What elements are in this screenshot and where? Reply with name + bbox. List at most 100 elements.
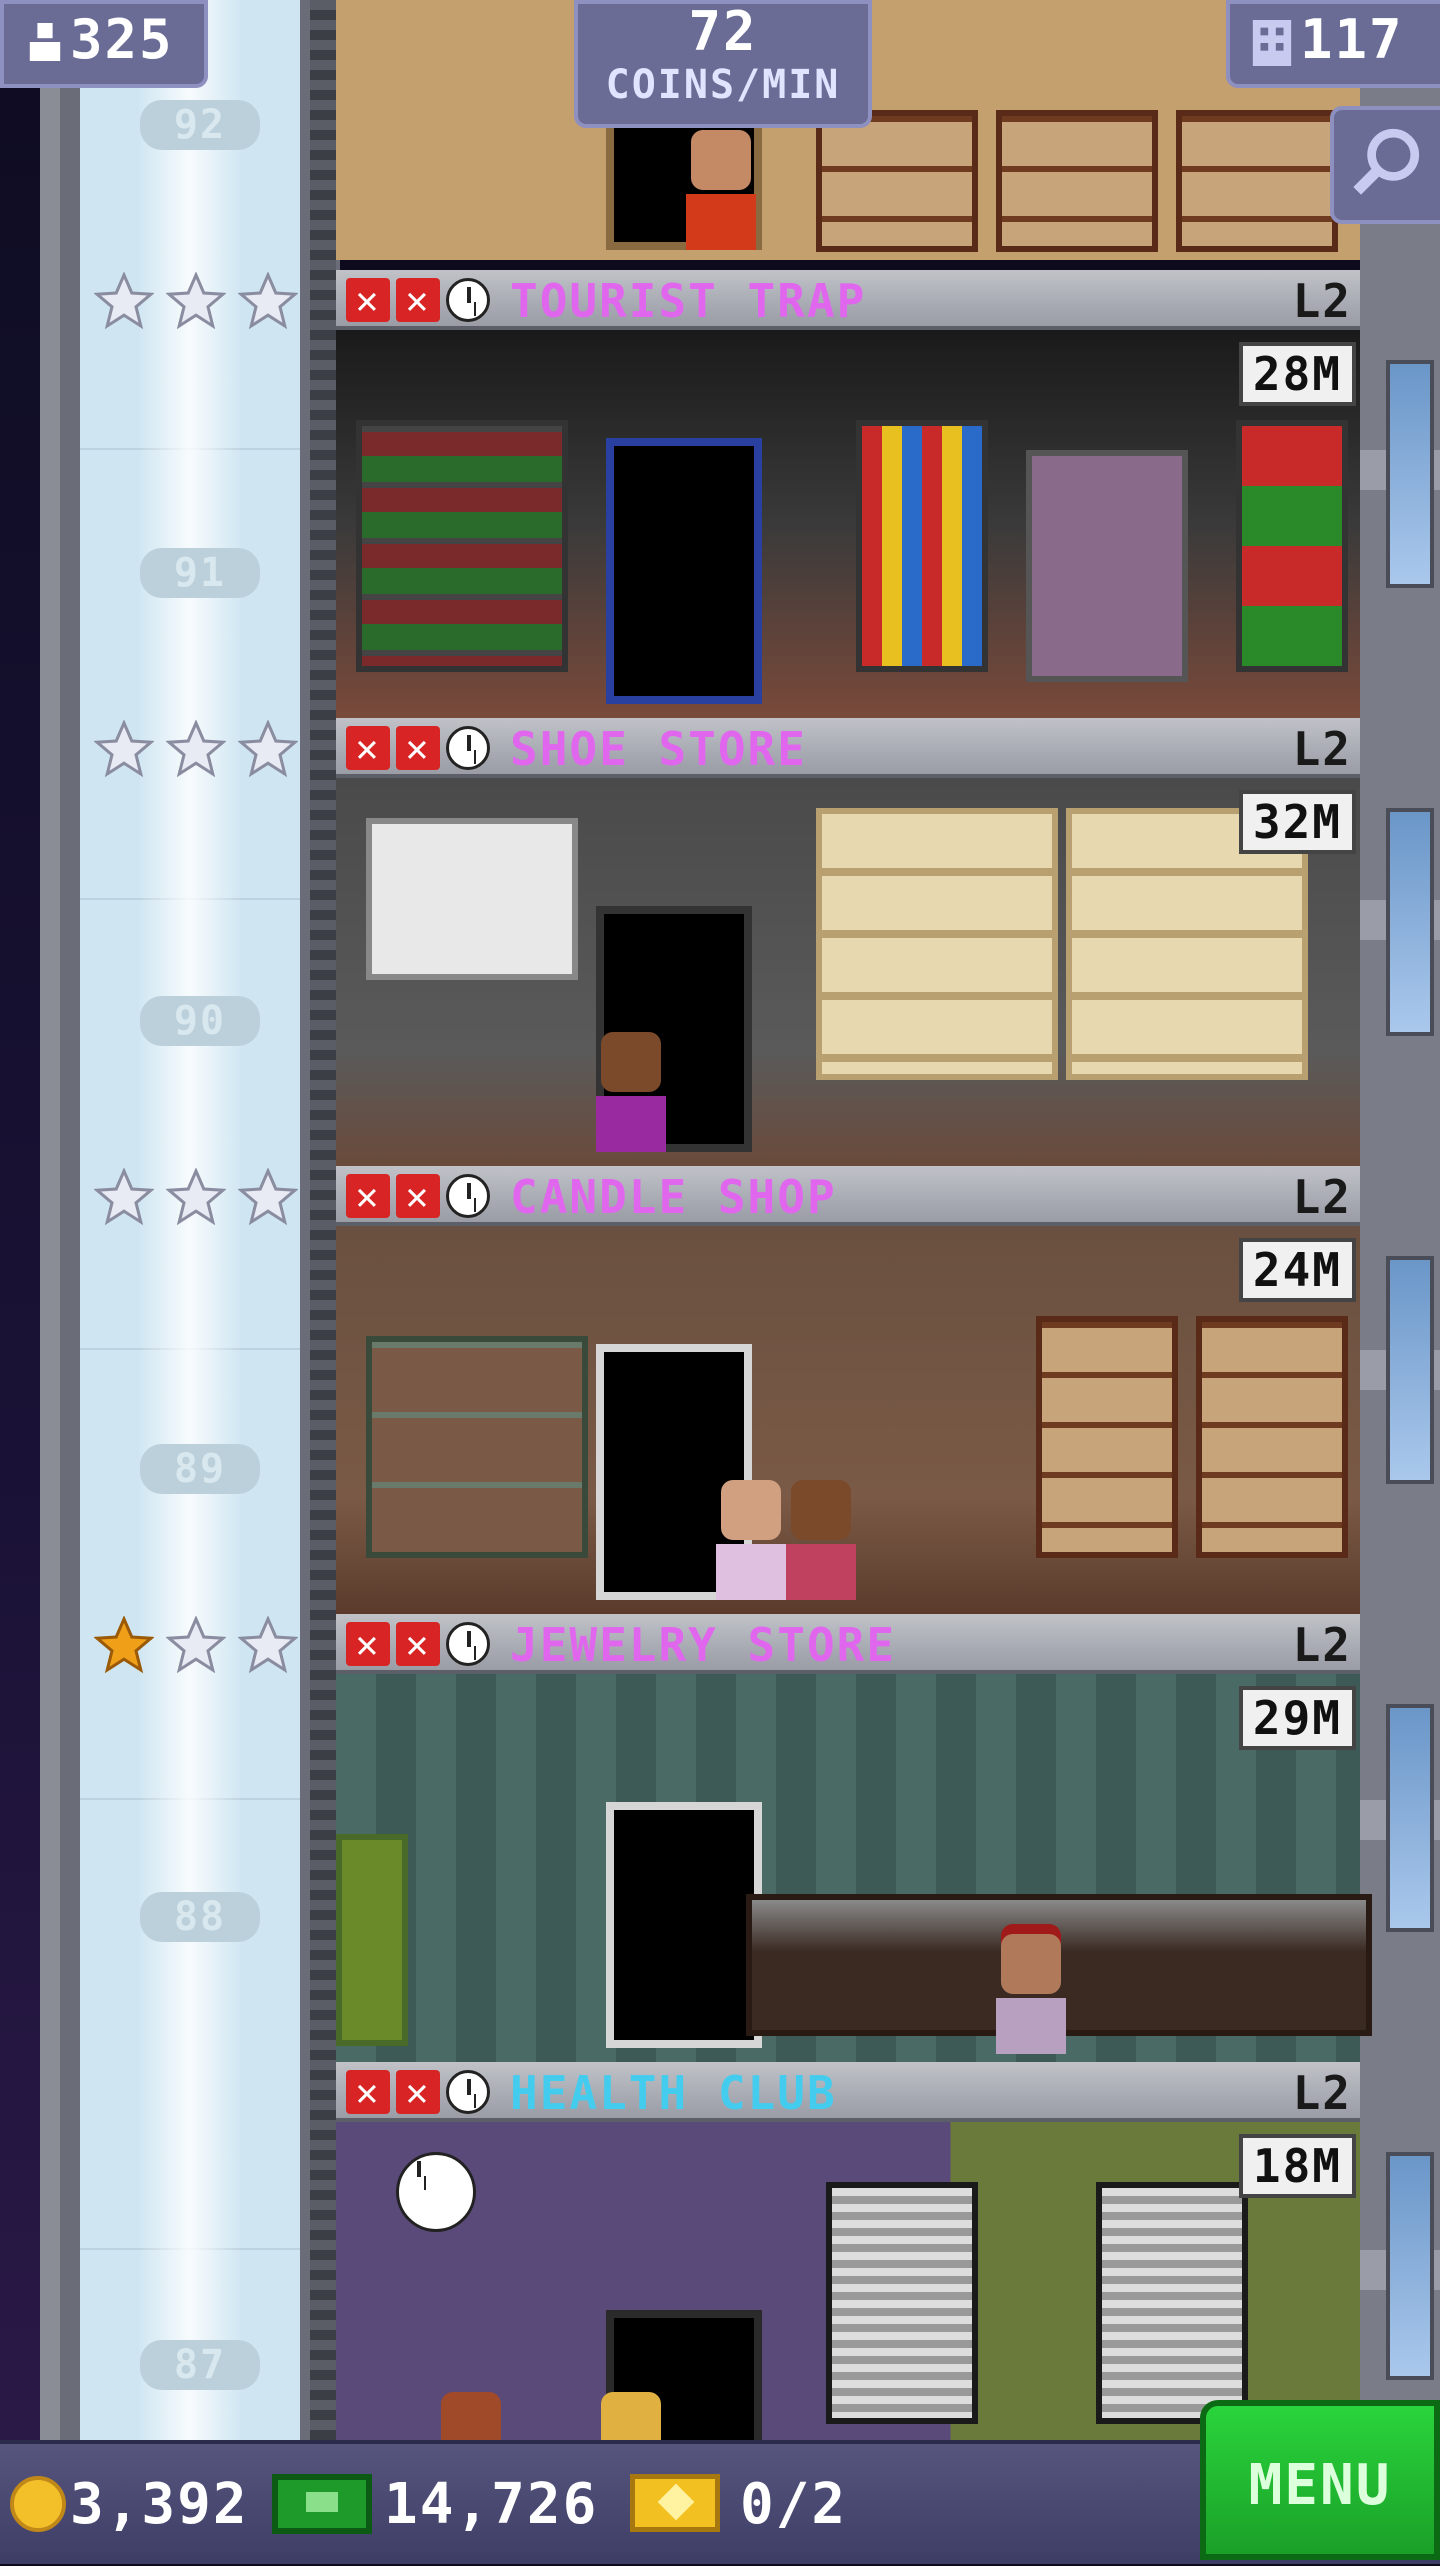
floor-status-icons: ✕ ✕ bbox=[346, 1174, 490, 1218]
elevator-rail-left bbox=[40, 0, 60, 2440]
star-icon bbox=[94, 720, 154, 778]
floor-number: 89 bbox=[140, 1444, 260, 1494]
candle-shelf bbox=[1036, 1316, 1178, 1558]
resident[interactable] bbox=[686, 130, 756, 250]
star-icon bbox=[238, 1616, 298, 1674]
search-button[interactable] bbox=[1330, 106, 1440, 224]
shoe-wall bbox=[816, 808, 1058, 1080]
floor-scene bbox=[336, 1674, 1372, 2064]
resident[interactable] bbox=[716, 1480, 786, 1600]
floor-status-icons: ✕ ✕ bbox=[346, 2070, 490, 2114]
floor-level: L2 bbox=[1292, 2066, 1352, 2120]
floor-header: ✕ ✕ TOURIST TRAP L2 bbox=[336, 270, 1360, 330]
floor-tourist-trap[interactable]: ✕ ✕ TOURIST TRAP L2 28M bbox=[336, 270, 1360, 720]
floor-number: 90 bbox=[140, 996, 260, 1046]
floor-scene bbox=[336, 330, 1360, 720]
x-icon: ✕ bbox=[396, 1174, 440, 1218]
star-icon bbox=[238, 272, 298, 330]
floor-stock: 18M bbox=[1238, 2134, 1356, 2198]
bux-value: 14,726 bbox=[384, 2472, 599, 2537]
floor-rating bbox=[94, 1616, 298, 1676]
population-counter[interactable]: 325 bbox=[0, 0, 208, 88]
resident[interactable] bbox=[596, 1032, 666, 1152]
clock-icon bbox=[446, 1622, 490, 1666]
star-icon bbox=[238, 1168, 298, 1226]
floor-shoe-store[interactable]: ✕ ✕ SHOE STORE L2 32M bbox=[336, 718, 1360, 1168]
x-icon: ✕ bbox=[346, 2070, 390, 2114]
star-icon bbox=[166, 720, 226, 778]
income-rate-panel: 72 COINS/MIN bbox=[574, 0, 872, 128]
x-icon: ✕ bbox=[396, 726, 440, 770]
floor-scene bbox=[336, 778, 1360, 1168]
tower-window bbox=[1386, 1704, 1434, 1932]
tower-window bbox=[1386, 360, 1434, 588]
candle-rack bbox=[366, 1336, 588, 1558]
floor-jewelry-store[interactable]: ✕ ✕ JEWELRY STORE L2 29M bbox=[336, 1614, 1372, 2064]
x-icon: ✕ bbox=[396, 1622, 440, 1666]
resident[interactable] bbox=[786, 1480, 856, 1600]
tower-window bbox=[1386, 2152, 1434, 2380]
merch-shelf bbox=[856, 420, 988, 672]
shelf bbox=[1176, 110, 1338, 252]
floor-name: JEWELRY STORE bbox=[510, 1618, 897, 1672]
floor-number: 87 bbox=[140, 2340, 260, 2390]
floor-stock: 29M bbox=[1238, 1686, 1356, 1750]
star-icon bbox=[94, 1616, 154, 1674]
floor-stock: 32M bbox=[1238, 790, 1356, 854]
floor-candle-shop[interactable]: ✕ ✕ CANDLE SHOP L2 24M bbox=[336, 1166, 1360, 1616]
clock-icon bbox=[446, 1174, 490, 1218]
x-icon: ✕ bbox=[346, 278, 390, 322]
floor-rating bbox=[94, 720, 298, 780]
star-icon bbox=[94, 1168, 154, 1226]
floor-stock: 28M bbox=[1238, 342, 1356, 406]
merch-shelf bbox=[356, 420, 568, 672]
menu-button[interactable]: MENU bbox=[1200, 2400, 1440, 2560]
floor-name: TOURIST TRAP bbox=[510, 274, 867, 328]
wall-clock-icon bbox=[396, 2152, 476, 2232]
elevator-cable bbox=[310, 0, 336, 2440]
floor-status-icons: ✕ ✕ bbox=[346, 726, 490, 770]
floor-door bbox=[606, 438, 762, 704]
coin-icon bbox=[10, 2476, 66, 2532]
candle-shelf bbox=[1196, 1316, 1348, 1558]
floor-name: HEALTH CLUB bbox=[510, 2066, 837, 2120]
floor-header: ✕ ✕ CANDLE SHOP L2 bbox=[336, 1166, 1360, 1226]
x-icon: ✕ bbox=[346, 726, 390, 770]
building-icon bbox=[1252, 20, 1292, 66]
floor-door bbox=[606, 1802, 762, 2048]
floor-header: ✕ ✕ SHOE STORE L2 bbox=[336, 718, 1360, 778]
resident[interactable] bbox=[996, 1934, 1066, 2054]
floor-name: CANDLE SHOP bbox=[510, 1170, 837, 1224]
star-icon bbox=[166, 1616, 226, 1674]
space-background bbox=[0, 0, 40, 2440]
floor-level: L2 bbox=[1292, 274, 1352, 328]
poster bbox=[366, 818, 578, 980]
clock-icon bbox=[446, 726, 490, 770]
floor-header: ✕ ✕ HEALTH CLUB L2 bbox=[336, 2062, 1360, 2122]
floors-counter[interactable]: 117 bbox=[1226, 0, 1440, 88]
floor-name: SHOE STORE bbox=[510, 722, 807, 776]
coins-per-min-value: 72 bbox=[688, 0, 758, 63]
floor-level: L2 bbox=[1292, 722, 1352, 776]
coins-per-min-label: COINS/MIN bbox=[605, 62, 841, 108]
tower-window bbox=[1386, 1256, 1434, 1484]
tickets-value: 0/2 bbox=[740, 2472, 848, 2537]
x-icon: ✕ bbox=[396, 2070, 440, 2114]
floor-rating bbox=[94, 1168, 298, 1228]
bux-icon[interactable] bbox=[272, 2474, 372, 2534]
merch-shelf bbox=[1236, 420, 1348, 672]
floor-number: 88 bbox=[140, 1892, 260, 1942]
coins-value: 3,392 bbox=[70, 2472, 249, 2537]
tower-window bbox=[1386, 808, 1434, 1036]
display-case bbox=[1026, 450, 1188, 682]
magnifier-icon bbox=[1353, 128, 1420, 195]
x-icon: ✕ bbox=[346, 1622, 390, 1666]
locker bbox=[826, 2182, 978, 2424]
floor-level: L2 bbox=[1292, 1618, 1352, 1672]
floor-level: L2 bbox=[1292, 1170, 1352, 1224]
clock-icon bbox=[446, 2070, 490, 2114]
ticket-icon[interactable] bbox=[630, 2474, 720, 2532]
x-icon: ✕ bbox=[396, 278, 440, 322]
floor-scene bbox=[336, 1226, 1360, 1616]
floor-stock: 24M bbox=[1238, 1238, 1356, 1302]
